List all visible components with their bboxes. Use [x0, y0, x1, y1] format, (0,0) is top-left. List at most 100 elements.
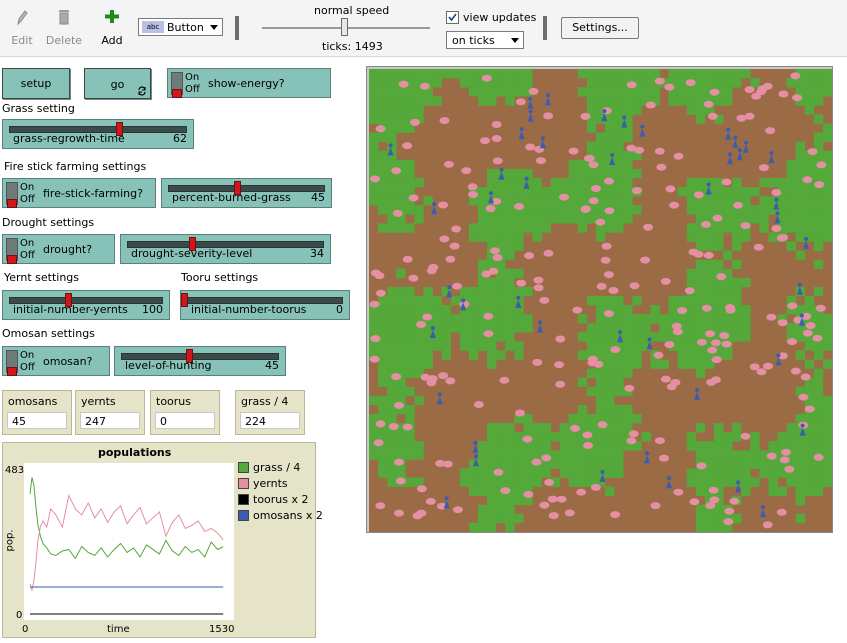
- slider-name: drought-severity-level: [131, 247, 253, 260]
- switch-off-label: Off: [20, 194, 35, 205]
- speed-slider-thumb[interactable]: [341, 18, 348, 36]
- switch-name: omosan?: [43, 355, 93, 368]
- switch-track: [6, 350, 18, 376]
- show-energy-switch[interactable]: On Off show-energy?: [167, 68, 331, 98]
- legend-swatch: [238, 494, 249, 505]
- view-updates-label: view updates: [463, 11, 537, 24]
- series-line-0: [29, 477, 224, 560]
- section-label-fire: Fire stick farming settings: [4, 160, 147, 173]
- button-widget-icon: abc: [142, 21, 164, 33]
- interface-toolbar: Edit Delete Add abc Button normal speed …: [0, 0, 847, 57]
- monitor-value: 224: [240, 412, 300, 429]
- grass-regrowth-time-slider[interactable]: grass-regrowth-time 62: [2, 119, 194, 149]
- slider-value: 0: [336, 303, 343, 316]
- edit-label: Edit: [11, 34, 33, 47]
- slider-knob[interactable]: [181, 293, 188, 307]
- monitor-value: 247: [80, 412, 140, 429]
- update-mode-dropdown[interactable]: on ticks: [446, 31, 524, 49]
- fire-stick-farming-switch[interactable]: On Off fire-stick-farming?: [2, 178, 156, 208]
- switch-on-label: On: [20, 182, 35, 193]
- legend-swatch: [238, 478, 249, 489]
- monitor-toorus: toorus 0: [150, 390, 220, 435]
- update-mode-value: on ticks: [452, 34, 495, 47]
- y-tick-max: 483: [5, 465, 25, 476]
- section-label-yernt: Yernt settings: [4, 271, 80, 284]
- slider-value: 34: [310, 247, 324, 260]
- add-button[interactable]: Add: [90, 8, 134, 47]
- go-button[interactable]: go: [84, 68, 151, 99]
- initial-number-yernts-slider[interactable]: initial-number-yernts 100: [2, 290, 170, 320]
- chevron-down-icon: [210, 25, 218, 30]
- delete-button[interactable]: Delete: [42, 8, 86, 47]
- speed-label: normal speed: [314, 4, 390, 17]
- world-view[interactable]: [366, 66, 833, 533]
- series-line-1: [29, 493, 224, 592]
- add-label: Add: [101, 34, 123, 47]
- plot-title: populations: [98, 446, 172, 459]
- ticks-counter: ticks: 1493: [322, 40, 383, 53]
- monitor-name: grass / 4: [241, 395, 289, 408]
- switch-off-label: Off: [20, 362, 35, 373]
- legend-swatch: [238, 510, 249, 521]
- edit-button[interactable]: Edit: [0, 8, 44, 47]
- switch-thumb[interactable]: [172, 89, 182, 98]
- view-updates-checkbox[interactable]: [446, 11, 459, 24]
- percent-burned-grass-slider[interactable]: percent-burned-grass 45: [161, 178, 332, 208]
- monitor-name: yernts: [81, 395, 116, 408]
- x-tick-min: 0: [22, 624, 29, 635]
- drought-severity-level-slider[interactable]: drought-severity-level 34: [120, 234, 331, 264]
- section-label-tooru: Tooru settings: [181, 271, 259, 284]
- switch-on-label: On: [20, 238, 35, 249]
- y-tick-min: 0: [16, 610, 23, 621]
- switch-off-label: Off: [185, 84, 200, 95]
- populations-plot: populations 483 0 pop. 0 1530 time grass…: [2, 442, 323, 638]
- setup-button[interactable]: setup: [2, 68, 70, 99]
- monitor-grass: grass / 4 224: [235, 390, 305, 435]
- world-canvas: [369, 69, 832, 532]
- switch-name: fire-stick-farming?: [43, 187, 143, 200]
- switch-track: [171, 72, 183, 98]
- slider-name: percent-burned-grass: [172, 191, 291, 204]
- slider-name: initial-number-yernts: [13, 303, 128, 316]
- slider-name: grass-regrowth-time: [13, 132, 125, 145]
- plot-area: [24, 463, 234, 620]
- slider-value: 45: [265, 359, 279, 372]
- legend-label: toorus x 2: [253, 493, 309, 506]
- monitor-omosans: omosans 45: [2, 390, 72, 435]
- section-label-omosan: Omosan settings: [2, 327, 95, 340]
- x-axis-label: time: [107, 624, 130, 635]
- widget-type-value: Button: [167, 21, 204, 34]
- switch-track: [6, 238, 18, 264]
- switch-thumb[interactable]: [7, 255, 17, 264]
- switch-name: show-energy?: [208, 77, 285, 90]
- y-axis-label: pop.: [4, 529, 16, 552]
- widget-type-dropdown[interactable]: abc Button: [138, 18, 223, 36]
- monitor-name: omosans: [8, 395, 58, 408]
- monitor-value: 45: [7, 412, 67, 429]
- toolbar-separator: [543, 16, 547, 40]
- switch-thumb[interactable]: [7, 367, 17, 376]
- forever-loop-icon: [138, 86, 146, 96]
- slider-value: 62: [173, 132, 187, 145]
- x-tick-max: 1530: [209, 624, 235, 635]
- monitor-yernts: yernts 247: [75, 390, 145, 435]
- switch-on-label: On: [185, 72, 200, 83]
- legend-label: grass / 4: [253, 461, 301, 474]
- pencil-icon: [17, 10, 28, 26]
- initial-number-toorus-slider[interactable]: initial-number-toorus 0: [180, 290, 350, 320]
- section-label-grass: Grass setting: [2, 102, 75, 115]
- drought-switch[interactable]: On Off drought?: [2, 234, 115, 264]
- checkmark-icon: [448, 13, 457, 22]
- legend-label: yernts: [253, 477, 288, 490]
- omosan-switch[interactable]: On Off omosan?: [2, 346, 110, 376]
- legend-label: omosans x 2: [253, 509, 323, 522]
- switch-thumb[interactable]: [7, 199, 17, 208]
- slider-value: 100: [142, 303, 163, 316]
- monitor-value: 0: [155, 412, 215, 429]
- chevron-down-icon: [511, 38, 519, 43]
- level-of-hunting-slider[interactable]: level-of-hunting 45: [114, 346, 286, 376]
- switch-track: [6, 182, 18, 208]
- monitor-name: toorus: [156, 395, 191, 408]
- settings-button[interactable]: Settings...: [561, 17, 639, 39]
- trash-icon: [59, 10, 69, 25]
